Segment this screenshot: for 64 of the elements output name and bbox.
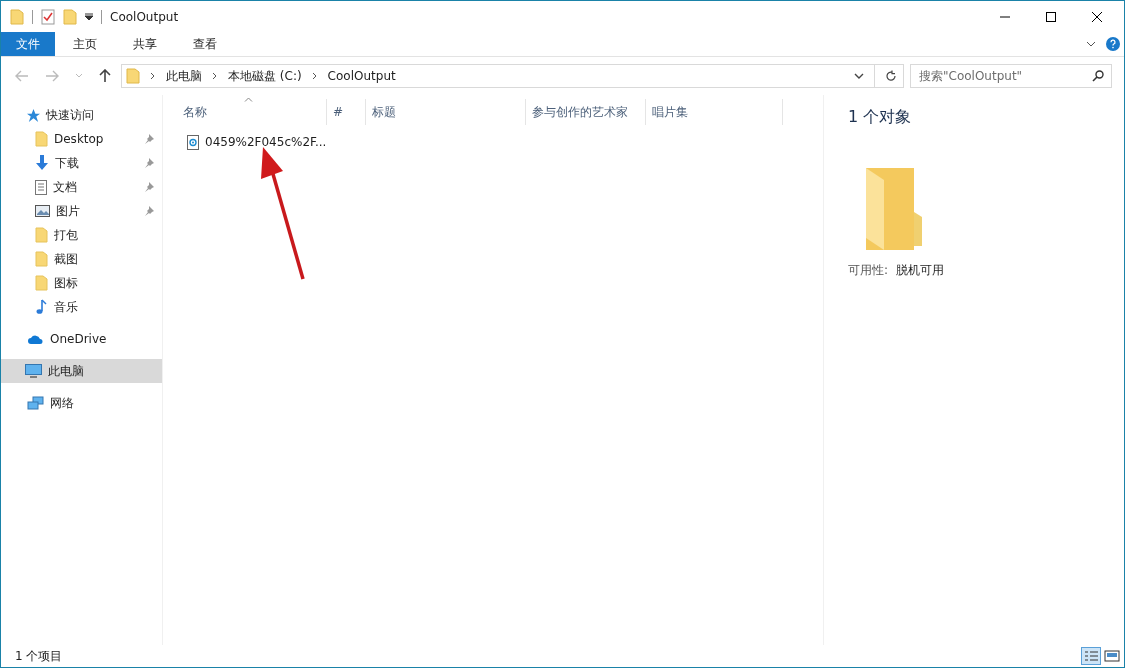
ribbon-tab[interactable]: 文件 — [1, 32, 55, 56]
sidebar-item[interactable]: 截图 — [1, 247, 162, 271]
sidebar-item[interactable]: 网络 — [1, 391, 162, 415]
details-view-icon[interactable] — [1081, 647, 1101, 665]
expand-ribbon-icon[interactable] — [1086, 41, 1096, 47]
chevron-right-icon[interactable] — [150, 72, 156, 80]
dropdown-caret-icon[interactable] — [85, 12, 93, 21]
chevron-right-icon[interactable] — [311, 72, 318, 80]
maximize-icon[interactable] — [1046, 11, 1056, 22]
sidebar-item[interactable]: Desktop — [1, 127, 162, 151]
column-header[interactable]: 名称 — [177, 99, 327, 125]
picture-icon — [35, 205, 50, 217]
column-header[interactable]: # — [327, 99, 366, 125]
sidebar-item[interactable]: 文档 — [1, 175, 162, 199]
pin-icon — [144, 134, 154, 144]
media-file-icon — [187, 134, 199, 150]
folder-icon — [126, 68, 140, 84]
file-name[interactable]: 0459%2F045c%2F... — [205, 135, 327, 149]
folder-icon — [35, 131, 48, 147]
details-title: 1 个对象 — [848, 107, 913, 128]
help-icon[interactable] — [1106, 37, 1120, 51]
folder-icon — [864, 168, 922, 250]
pin-icon — [144, 206, 154, 216]
music-note-icon — [35, 299, 48, 315]
property-value: 脱机可用 — [896, 262, 945, 279]
sidebar-item[interactable]: 音乐 — [1, 295, 162, 319]
sidebar-item[interactable]: OneDrive — [1, 327, 162, 351]
pin-icon — [144, 158, 154, 168]
sort-ascending-icon — [244, 97, 253, 102]
sidebar-item[interactable]: 图标 — [1, 271, 162, 295]
properties-checkmark-icon[interactable] — [41, 8, 55, 25]
close-icon[interactable] — [1092, 11, 1102, 22]
large-icons-view-icon[interactable] — [1103, 647, 1121, 665]
pin-icon — [144, 182, 154, 192]
folder-icon — [35, 275, 48, 291]
window-title: CoolOutput — [110, 9, 179, 24]
status-text: 1 个项目 — [15, 647, 63, 665]
document-icon — [35, 179, 47, 195]
search-field[interactable]: 搜索"CoolOutput" — [910, 64, 1112, 88]
folder-icon — [35, 251, 48, 267]
star-icon — [27, 108, 40, 122]
down-arrow-icon — [35, 155, 49, 171]
column-header[interactable]: 标题 — [366, 99, 526, 125]
column-header[interactable]: 唱片集 — [646, 99, 783, 125]
refresh-icon[interactable] — [885, 70, 897, 82]
folder-icon — [35, 227, 48, 243]
breadcrumb-item[interactable]: 本地磁盘 (C:) — [228, 67, 302, 85]
computer-monitor-icon — [25, 364, 42, 378]
sidebar-item[interactable]: 下载 — [1, 151, 162, 175]
cloud-icon — [27, 333, 44, 345]
history-dropdown-icon[interactable] — [854, 73, 864, 79]
search-icon — [1092, 70, 1104, 82]
up-arrow-icon[interactable] — [99, 69, 111, 83]
sidebar-item[interactable]: 打包 — [1, 223, 162, 247]
breadcrumb-item[interactable]: CoolOutput — [327, 69, 396, 83]
sidebar-item[interactable]: 快速访问 — [1, 103, 162, 127]
breadcrumb-item[interactable]: 此电脑 — [166, 67, 202, 85]
chevron-right-icon[interactable] — [212, 72, 218, 80]
network-icon — [27, 395, 44, 411]
property-label: 可用性: — [848, 262, 889, 279]
sidebar-item[interactable]: 图片 — [1, 199, 162, 223]
sidebar-item[interactable]: 此电脑 — [1, 359, 162, 383]
column-header[interactable]: 参与创作的艺术家 — [526, 99, 646, 125]
address-bar[interactable]: 此电脑 本地磁盘 (C:) CoolOutput — [121, 64, 904, 88]
